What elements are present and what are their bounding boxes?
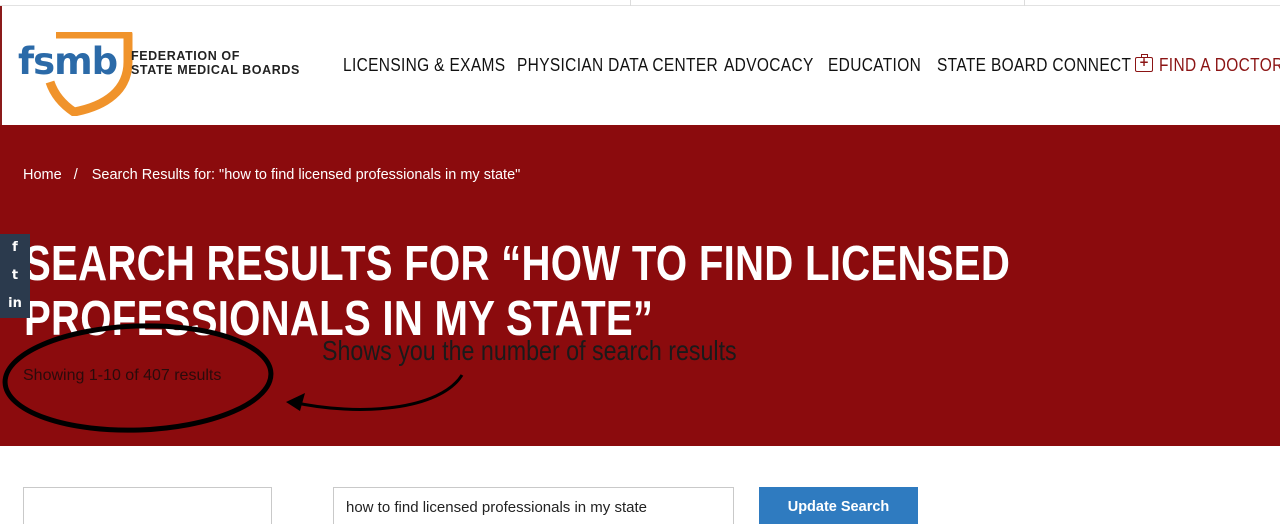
nav-licensing-exams[interactable]: LICENSING & EXAMS	[343, 55, 505, 76]
nav-find-a-doctor[interactable]: FIND A DOCTOR	[1159, 55, 1280, 76]
social-share-bar: f t in	[0, 234, 30, 318]
annotation-label: Shows you the number of search results	[322, 335, 737, 366]
facebook-icon[interactable]: f	[0, 234, 30, 262]
page-title: SEARCH RESULTS FOR “HOW TO FIND LICENSED…	[24, 237, 1011, 346]
search-input[interactable]	[333, 487, 734, 524]
twitter-icon[interactable]: t	[0, 262, 30, 290]
breadcrumb: Home / Search Results for: "how to find li…	[23, 167, 520, 183]
search-results-banner: Home / Search Results for: "how to find li…	[0, 125, 1280, 446]
nav-advocacy[interactable]: ADVOCACY	[724, 55, 814, 76]
nav-physician-data-center[interactable]: PHYSICIAN DATA CENTER	[517, 55, 718, 76]
medical-kit-icon[interactable]	[1135, 54, 1153, 72]
fsmb-logo[interactable]: fsmb FEDERATION OF STATE MEDICAL BOARDS	[16, 32, 306, 116]
breadcrumb-current: Search Results for: "how to find license…	[91, 167, 521, 183]
site-header: fsmb FEDERATION OF STATE MEDICAL BOARDS …	[0, 6, 1280, 125]
filter-box[interactable]	[23, 487, 272, 524]
logo-org-line1: FEDERATION OF	[131, 49, 240, 63]
breadcrumb-separator: /	[73, 167, 78, 183]
nav-state-board-connect[interactable]: STATE BOARD CONNECT	[937, 55, 1131, 76]
update-search-button[interactable]: Update Search	[759, 487, 918, 524]
annotation-arrow-head	[286, 393, 305, 411]
result-count: Showing 1-10 of 407 results	[23, 367, 222, 384]
linkedin-icon[interactable]: in	[0, 290, 30, 318]
breadcrumb-home-link[interactable]: Home	[23, 167, 62, 183]
annotation-arrow-shaft	[291, 374, 464, 411]
nav-education[interactable]: EDUCATION	[828, 55, 921, 76]
logo-org-name: FEDERATION OF STATE MEDICAL BOARDS	[131, 49, 300, 77]
logo-wordmark: fsmb	[18, 40, 118, 83]
logo-org-line2: STATE MEDICAL BOARDS	[131, 63, 300, 77]
